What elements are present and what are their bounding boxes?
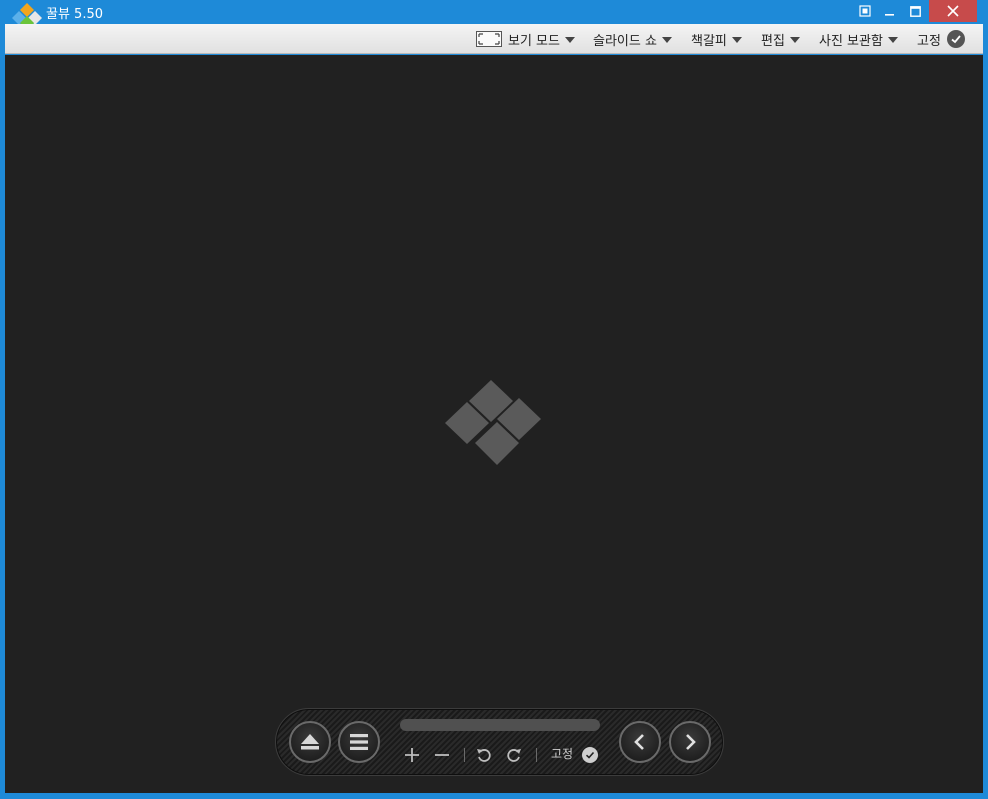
- menu-photo-box[interactable]: 사진 보관함: [819, 24, 898, 54]
- minimize-button[interactable]: [878, 0, 902, 22]
- progress-slider[interactable]: [400, 719, 600, 731]
- menu-slideshow[interactable]: 슬라이드 쇼: [593, 24, 672, 54]
- rotate-left-icon: [477, 749, 491, 762]
- menu-pin-label: 고정: [917, 33, 941, 49]
- close-icon: [947, 5, 959, 17]
- menu-bookmark[interactable]: 책갈피: [691, 24, 742, 54]
- app-window: 꿀뷰 5.50 보기 모드 슬라이드 쇼 책갈피 편집 사진 보관함 고정 고정: [0, 0, 988, 799]
- previous-button[interactable]: [619, 721, 661, 763]
- control-bar: 고정: [275, 708, 724, 776]
- image-viewer-area[interactable]: 고정: [5, 55, 983, 793]
- menu-view-mode[interactable]: 보기 모드: [476, 24, 575, 54]
- rotate-left-button[interactable]: [474, 744, 494, 766]
- fit-window-icon: [859, 5, 871, 17]
- eject-button[interactable]: [289, 721, 331, 763]
- close-button[interactable]: [929, 0, 977, 22]
- minimize-icon: [885, 14, 894, 16]
- chevron-right-icon: [686, 734, 696, 750]
- eject-icon: [301, 734, 319, 750]
- menu-bar: 보기 모드 슬라이드 쇼 책갈피 편집 사진 보관함 고정: [5, 24, 983, 54]
- separator: [464, 748, 465, 762]
- separator: [536, 748, 537, 762]
- check-circle-icon: [946, 30, 965, 48]
- zoom-out-button[interactable]: [432, 744, 452, 766]
- chevron-left-icon: [634, 734, 644, 750]
- placeholder-logo-icon: [445, 380, 541, 465]
- menu-bookmark-label: 책갈피: [691, 33, 727, 49]
- fit-window-button[interactable]: [852, 0, 878, 22]
- view-mode-icon: [476, 31, 502, 47]
- plus-icon: [405, 748, 419, 762]
- check-circle-icon[interactable]: [582, 747, 598, 763]
- menu-view-mode-label: 보기 모드: [508, 33, 560, 49]
- pin-label[interactable]: 고정: [551, 745, 573, 762]
- maximize-button[interactable]: [902, 0, 928, 22]
- chevron-down-icon: [731, 36, 742, 43]
- chevron-down-icon: [661, 36, 672, 43]
- menu-pin[interactable]: 고정: [917, 24, 965, 54]
- menu-slideshow-label: 슬라이드 쇼: [593, 33, 657, 49]
- chevron-down-icon: [564, 36, 575, 43]
- zoom-in-button[interactable]: [402, 744, 422, 766]
- chevron-down-icon: [887, 36, 898, 43]
- app-title: 꿀뷰 5.50: [46, 7, 103, 22]
- menu-photo-box-label: 사진 보관함: [819, 33, 883, 49]
- rotate-right-button[interactable]: [504, 744, 524, 766]
- next-button[interactable]: [669, 721, 711, 763]
- menu-edit-label: 편집: [761, 33, 785, 49]
- rotate-right-icon: [507, 749, 521, 762]
- maximize-icon: [909, 5, 921, 17]
- chevron-down-icon: [789, 36, 800, 43]
- title-bar[interactable]: 꿀뷰 5.50: [0, 0, 988, 30]
- menu-edit[interactable]: 편집: [761, 24, 800, 54]
- menu-button[interactable]: [338, 721, 380, 763]
- minus-icon: [435, 754, 449, 756]
- hamburger-menu-icon: [350, 734, 368, 750]
